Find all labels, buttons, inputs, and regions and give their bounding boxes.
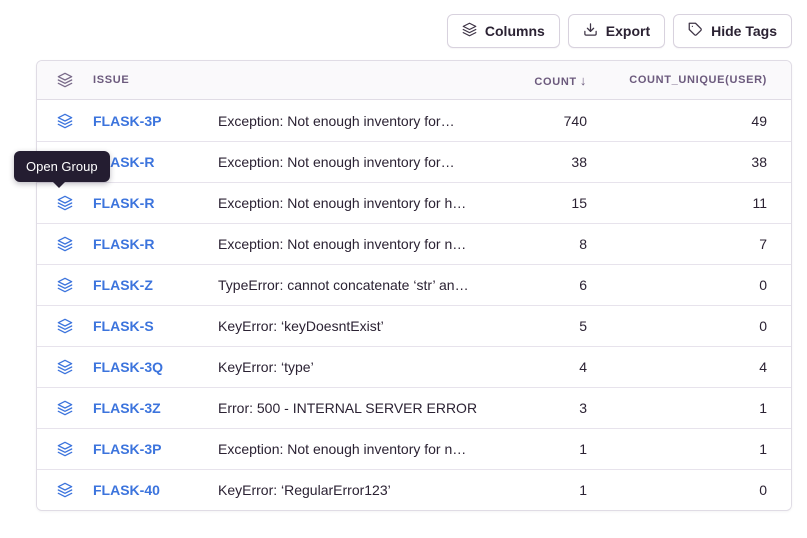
count-unique-value: 4 bbox=[587, 359, 767, 375]
open-group-tooltip: Open Group bbox=[14, 151, 110, 182]
export-button[interactable]: Export bbox=[568, 14, 665, 48]
issue-title: TypeError: cannot concatenate ‘str’ an… bbox=[218, 277, 477, 293]
count-value: 6 bbox=[477, 277, 587, 293]
issue-link[interactable]: FLASK-40 bbox=[93, 482, 218, 498]
issue-title: Error: 500 - INTERNAL SERVER ERROR bbox=[218, 400, 477, 416]
issue-link[interactable]: FLASK-3P bbox=[93, 113, 218, 129]
table-row: FLASK-R Exception: Not enough inventory … bbox=[37, 141, 791, 182]
count-header-label: COUNT bbox=[534, 76, 576, 88]
count-value: 3 bbox=[477, 400, 587, 416]
issue-link[interactable]: FLASK-R bbox=[93, 236, 218, 252]
hide-tags-button[interactable]: Hide Tags bbox=[673, 14, 792, 48]
count-unique-value: 1 bbox=[587, 441, 767, 457]
sort-desc-icon[interactable]: ↓ bbox=[580, 73, 587, 88]
tag-icon bbox=[688, 22, 703, 40]
count-value: 38 bbox=[477, 154, 587, 170]
issue-title: Exception: Not enough inventory for n… bbox=[218, 236, 477, 252]
count-value: 1 bbox=[477, 482, 587, 498]
table-row: FLASK-S KeyError: ‘keyDoesntExist’ 5 0 bbox=[37, 305, 791, 346]
column-header-count-unique[interactable]: COUNT_UNIQUE(USER) bbox=[587, 74, 767, 86]
count-unique-value: 49 bbox=[587, 113, 767, 129]
layers-icon bbox=[57, 318, 93, 334]
open-group-tooltip-label: Open Group bbox=[26, 159, 98, 174]
count-unique-value: 0 bbox=[587, 277, 767, 293]
count-unique-value: 0 bbox=[587, 318, 767, 334]
issue-link[interactable]: FLASK-R bbox=[93, 195, 218, 211]
issues-stack-icon bbox=[57, 72, 93, 88]
layers-icon bbox=[462, 22, 477, 40]
count-unique-value: 0 bbox=[587, 482, 767, 498]
table-row: FLASK-40 KeyError: ‘RegularError123’ 1 0 bbox=[37, 469, 791, 510]
count-value: 1 bbox=[477, 441, 587, 457]
count-unique-value: 38 bbox=[587, 154, 767, 170]
layers-icon bbox=[57, 441, 93, 457]
layers-icon bbox=[57, 482, 93, 498]
columns-button-label: Columns bbox=[485, 23, 545, 39]
table-row: FLASK-3Z Error: 500 - INTERNAL SERVER ER… bbox=[37, 387, 791, 428]
hide-tags-button-label: Hide Tags bbox=[711, 23, 777, 39]
layers-icon bbox=[57, 400, 93, 416]
count-value: 740 bbox=[477, 113, 587, 129]
table-row: FLASK-R Exception: Not enough inventory … bbox=[37, 223, 791, 264]
table-row: FLASK-3Q KeyError: ‘type’ 4 4 bbox=[37, 346, 791, 387]
download-icon bbox=[583, 22, 598, 40]
issue-title: KeyError: ‘keyDoesntExist’ bbox=[218, 318, 477, 334]
layers-icon bbox=[57, 277, 93, 293]
layers-icon bbox=[57, 236, 93, 252]
issue-title: KeyError: ‘type’ bbox=[218, 359, 477, 375]
table-body: FLASK-3P Exception: Not enough inventory… bbox=[37, 100, 791, 510]
table-row: FLASK-3P Exception: Not enough inventory… bbox=[37, 100, 791, 141]
table-header: ISSUE COUNT ↓ COUNT_UNIQUE(USER) bbox=[37, 61, 791, 100]
count-unique-value: 1 bbox=[587, 400, 767, 416]
count-value: 15 bbox=[477, 195, 587, 211]
count-unique-value: 7 bbox=[587, 236, 767, 252]
issue-link[interactable]: FLASK-3Z bbox=[93, 400, 218, 416]
export-button-label: Export bbox=[606, 23, 650, 39]
layers-icon bbox=[57, 359, 93, 375]
toolbar: Columns Export Hide Tags bbox=[447, 14, 792, 48]
count-unique-value: 11 bbox=[587, 195, 767, 211]
issue-link[interactable]: FLASK-R bbox=[93, 154, 218, 170]
issue-title: KeyError: ‘RegularError123’ bbox=[218, 482, 477, 498]
issue-title: Exception: Not enough inventory for… bbox=[218, 154, 477, 170]
issue-title: Exception: Not enough inventory for… bbox=[218, 113, 477, 129]
table-row: FLASK-Z TypeError: cannot concatenate ‘s… bbox=[37, 264, 791, 305]
issue-title: Exception: Not enough inventory for h… bbox=[218, 195, 477, 211]
issue-link[interactable]: FLASK-Z bbox=[93, 277, 218, 293]
results-table: ISSUE COUNT ↓ COUNT_UNIQUE(USER) FLASK-3P… bbox=[36, 60, 792, 511]
count-value: 8 bbox=[477, 236, 587, 252]
issue-link[interactable]: FLASK-S bbox=[93, 318, 218, 334]
table-row: FLASK-R Exception: Not enough inventory … bbox=[37, 182, 791, 223]
table-row: FLASK-3P Exception: Not enough inventory… bbox=[37, 428, 791, 469]
count-value: 4 bbox=[477, 359, 587, 375]
columns-button[interactable]: Columns bbox=[447, 14, 560, 48]
column-header-issue[interactable]: ISSUE bbox=[93, 74, 218, 86]
issue-link[interactable]: FLASK-3Q bbox=[93, 359, 218, 375]
count-value: 5 bbox=[477, 318, 587, 334]
layers-icon bbox=[57, 195, 93, 211]
issue-title: Exception: Not enough inventory for n… bbox=[218, 441, 477, 457]
layers-icon bbox=[57, 113, 93, 129]
column-header-count[interactable]: COUNT ↓ bbox=[477, 73, 587, 88]
issue-link[interactable]: FLASK-3P bbox=[93, 441, 218, 457]
